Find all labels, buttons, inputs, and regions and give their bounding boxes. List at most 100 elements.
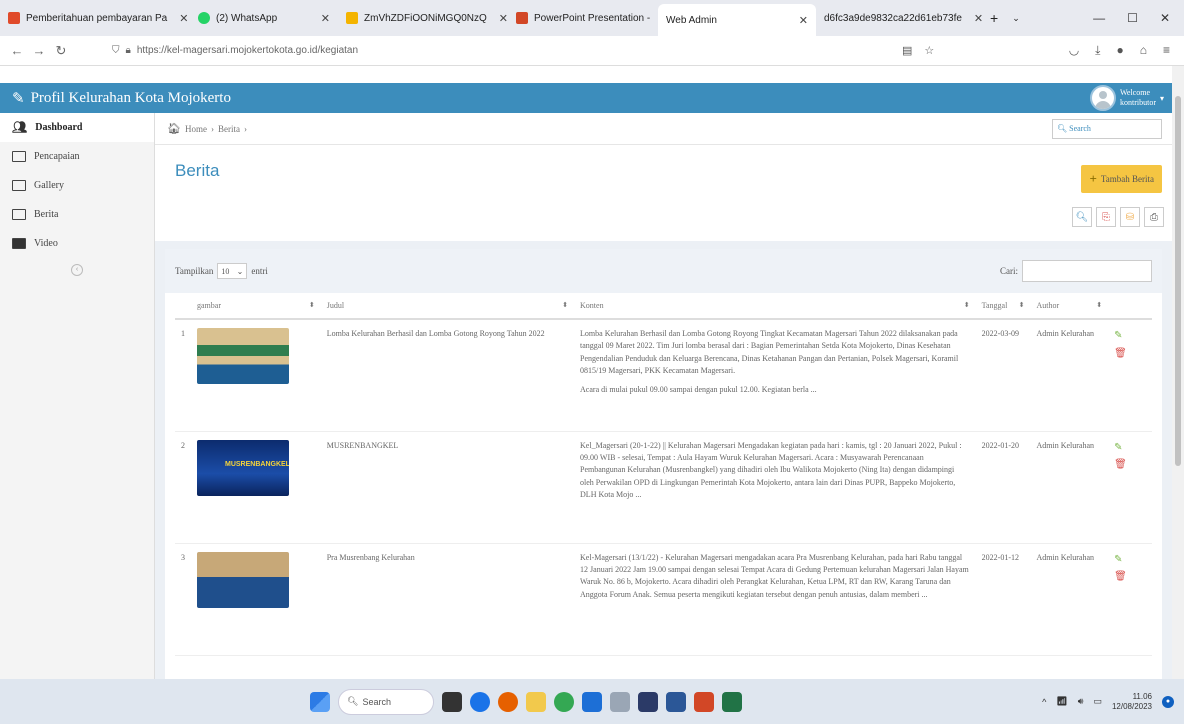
app-icon[interactable] [638,691,658,712]
battery-icon[interactable]: ▭ [1093,696,1102,707]
volume-icon[interactable]: 🔊︎ [1078,696,1084,707]
table-row: 3 Pra Musrenbang Kelurahan Kel-Magersari… [175,543,1152,656]
trash-icon[interactable]: 🗑︎ [1114,346,1146,362]
news-thumbnail[interactable]: MUSRENBANGKEL [197,439,289,496]
copy-icon[interactable]: ⎘ [1096,207,1116,227]
sidebar-item-dashboard[interactable]: 👥︎ Dashboard [0,113,154,142]
window-close-icon[interactable]: ✕ [1160,11,1170,25]
breadcrumb-home[interactable]: Home [185,124,207,134]
users-icon: 👥︎ [12,120,28,134]
edge-icon[interactable] [470,691,490,712]
clock[interactable]: 11.06 12/08/2023 [1112,692,1152,711]
sidebar-item-berita[interactable]: Berita [0,200,154,229]
address-bar: ← → ↻ ⛉ 🔒︎ https://kel-magersari.mojoker… [0,36,1184,66]
notification-icon[interactable]: ● [1162,695,1174,708]
profile-icon[interactable]: ● [1116,43,1123,58]
maximize-icon[interactable]: ☐ [1127,11,1138,25]
store-icon[interactable] [582,691,602,712]
sidebar-item-video[interactable]: Video [0,229,154,258]
minimize-icon[interactable]: — [1093,11,1105,25]
powerpoint-icon [516,12,528,24]
breadcrumb-separator: › [243,123,247,134]
main-content: 🏠︎ Home › Berita › 🔍︎ Search Berita + Ta… [155,113,1172,679]
page-scrollbar[interactable] [1172,66,1184,679]
col-tanggal[interactable]: Tanggal ⬍ [975,293,1031,320]
taskbar-search[interactable]: 🔍︎ Search [338,688,434,715]
app-icon[interactable] [610,691,630,712]
table-row: 2 MUSRENBANGKEL MUSRENBANGKEL Kel_Magers… [175,431,1152,544]
excel-icon[interactable] [722,691,742,712]
image-icon [12,180,26,191]
col-gambar[interactable]: gambar ⬍ [191,293,321,320]
tab-web-admin[interactable]: Web Admin ✕ [658,4,816,36]
close-icon[interactable]: ✕ [968,12,982,25]
menu-icon[interactable]: ≡ [1163,43,1170,58]
chrome-icon[interactable] [554,691,574,712]
task-view-icon[interactable] [442,691,462,712]
table-search-input[interactable] [1022,260,1152,282]
chevron-up-icon[interactable]: ^ [1042,697,1046,707]
edit-icon[interactable]: ✎ [1114,552,1146,568]
extensions-icon[interactable]: ⌂ [1140,43,1147,58]
close-icon[interactable]: ✕ [493,12,508,25]
reload-icon[interactable]: ↻ [50,43,72,59]
reader-icon[interactable]: ▤ [902,44,912,57]
bookmark-star-icon[interactable]: ☆ [924,44,934,57]
user-menu[interactable]: Welcome kontributor ▾ [1089,85,1172,111]
tab-pemberitahuan[interactable]: Pemberitahuan pembayaran Pa ✕ [0,4,190,32]
pocket-icon[interactable]: ◡ [1069,43,1079,58]
col-author[interactable]: Author ⬍ [1030,293,1109,320]
search-tool-icon[interactable]: 🔍︎ [1072,207,1092,227]
breadcrumb: 🏠︎ Home › Berita › 🔍︎ Search [155,113,1172,145]
folder-icon[interactable] [526,691,546,712]
firefox-icon[interactable] [498,691,518,712]
download-icon[interactable]: ⤓ [1095,43,1100,58]
url-field[interactable]: ⛉ 🔒︎ https://kel-magersari.mojokertokota… [112,45,358,56]
forward-icon[interactable]: → [28,43,50,58]
close-icon[interactable]: ✕ [793,14,808,27]
windows-start-icon[interactable] [310,691,330,712]
tab-file[interactable]: ZmVhZDFiOONiMGQ0NzQ ✕ [338,4,508,32]
trash-icon[interactable]: 🗑︎ [1114,569,1146,585]
powerpoint-icon[interactable] [694,691,714,712]
tab-whatsapp[interactable]: (2) WhatsApp ✕ [190,4,338,32]
breadcrumb-separator: › [210,123,214,134]
col-konten[interactable]: Konten ⬍ [574,293,976,320]
avatar [1089,85,1116,111]
breadcrumb-current[interactable]: Berita [218,124,240,134]
add-berita-button[interactable]: + Tambah Berita [1081,165,1162,193]
brand[interactable]: ✎ Profil Kelurahan Kota Mojokerto [0,89,231,108]
newspaper-icon [12,209,26,220]
tab-hash[interactable]: d6fc3a9de9832ca22d61eb73fe ✕ [816,4,982,32]
fav-icon [8,12,20,24]
sort-icon: ⬍ [308,301,315,309]
window-controls: — ☐ ✕ [1093,11,1184,25]
entries-select[interactable]: 10 ⌄ [217,263,248,279]
sidebar: 👥︎ Dashboard Pencapaian Gallery Berita V… [0,113,155,679]
plus-icon: + [1089,171,1097,186]
news-table: gambar ⬍ Judul ⬍ Konten ⬍ Tanggal ⬍ Author ⬍ … [175,293,1152,656]
trash-icon[interactable]: 🗑︎ [1114,457,1146,473]
sidebar-item-gallery[interactable]: Gallery [0,171,154,200]
close-icon[interactable]: ✕ [315,12,330,25]
sidebar-collapse-icon[interactable]: ‹ [71,264,83,276]
word-icon[interactable] [666,691,686,712]
scrollbar-thumb[interactable] [1175,96,1181,466]
tab-powerpoint[interactable]: PowerPoint Presentation - ✕ [508,4,658,32]
close-icon[interactable]: ✕ [173,12,188,25]
sidebar-item-pencapaian[interactable]: Pencapaian [0,142,154,171]
back-icon[interactable]: ← [6,43,28,58]
new-tab-button[interactable]: + ⌄ [982,4,1032,32]
table-header-row: gambar ⬍ Judul ⬍ Konten ⬍ Tanggal ⬍ Author ⬍ [175,293,1152,320]
edit-icon[interactable]: ✎ [1114,328,1146,344]
browser-tab-bar: Pemberitahuan pembayaran Pa ✕ (2) WhatsA… [0,0,1184,36]
database-icon[interactable]: ⛁ [1120,207,1140,227]
print-icon[interactable]: ⎙ [1144,207,1164,227]
table-row: 1 Lomba Kelurahan Berhasil dan Lomba Got… [175,319,1152,432]
news-thumbnail[interactable] [197,551,289,608]
news-thumbnail[interactable] [197,328,289,384]
network-icon[interactable]: 📶︎ [1056,696,1067,707]
search-input[interactable]: 🔍︎ Search [1052,118,1162,139]
col-judul[interactable]: Judul ⬍ [320,293,575,320]
edit-icon[interactable]: ✎ [1114,440,1146,456]
